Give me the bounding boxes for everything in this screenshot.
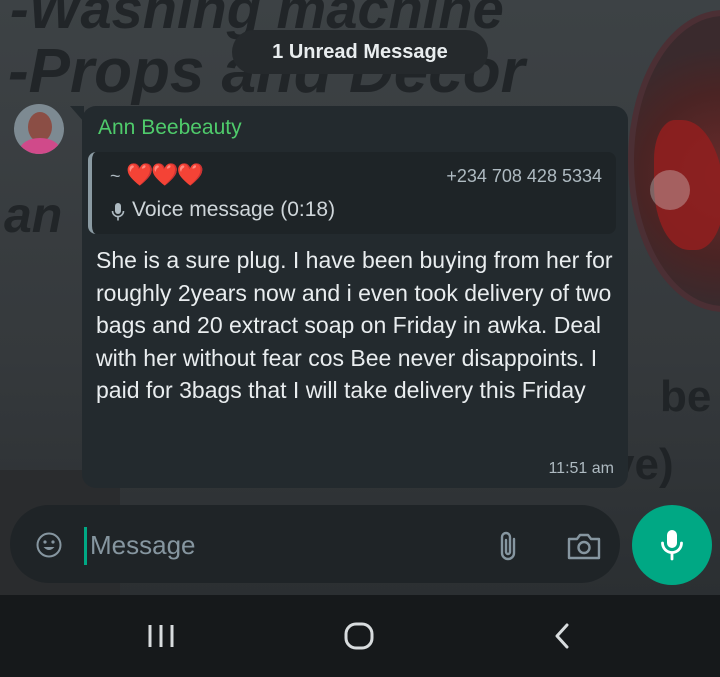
system-navigation-bar [0,595,720,677]
mic-icon [661,530,683,561]
recent-apps-icon[interactable] [144,621,178,651]
quote-prefix: ~ [110,166,121,186]
message-composer [10,505,620,583]
message-bubble[interactable]: Ann Beebeauty ~ ❤️❤️❤️ +234 708 428 5334… [70,106,628,488]
mic-icon [111,203,125,221]
wallpaper-text: an [4,187,63,243]
text-cursor [84,527,87,565]
camera-icon[interactable] [566,531,602,561]
quote-phone-number: +234 708 428 5334 [446,166,602,186]
avatar[interactable] [14,104,64,154]
voice-record-button[interactable] [632,505,712,585]
message-input[interactable] [90,523,470,567]
message-text: She is a sure plug. I have been buying f… [96,247,613,404]
quoted-message[interactable]: ~ ❤️❤️❤️ +234 708 428 5334 Voice message… [88,152,616,234]
paperclip-icon[interactable] [496,529,520,563]
quote-author-hearts: ❤️❤️❤️ [126,162,204,187]
voice-message-label: Voice message (0:18) [132,198,336,221]
emoji-icon[interactable] [36,532,62,558]
wallpaper-graphic [650,170,690,210]
sender-name[interactable]: Ann Beebeauty [98,116,242,140]
wallpaper-text: be [660,372,712,421]
home-icon[interactable] [342,621,376,651]
message-timestamp: 11:51 am [548,460,614,477]
back-icon[interactable] [550,621,574,651]
unread-messages-banner: 1 Unread Message [232,30,488,74]
